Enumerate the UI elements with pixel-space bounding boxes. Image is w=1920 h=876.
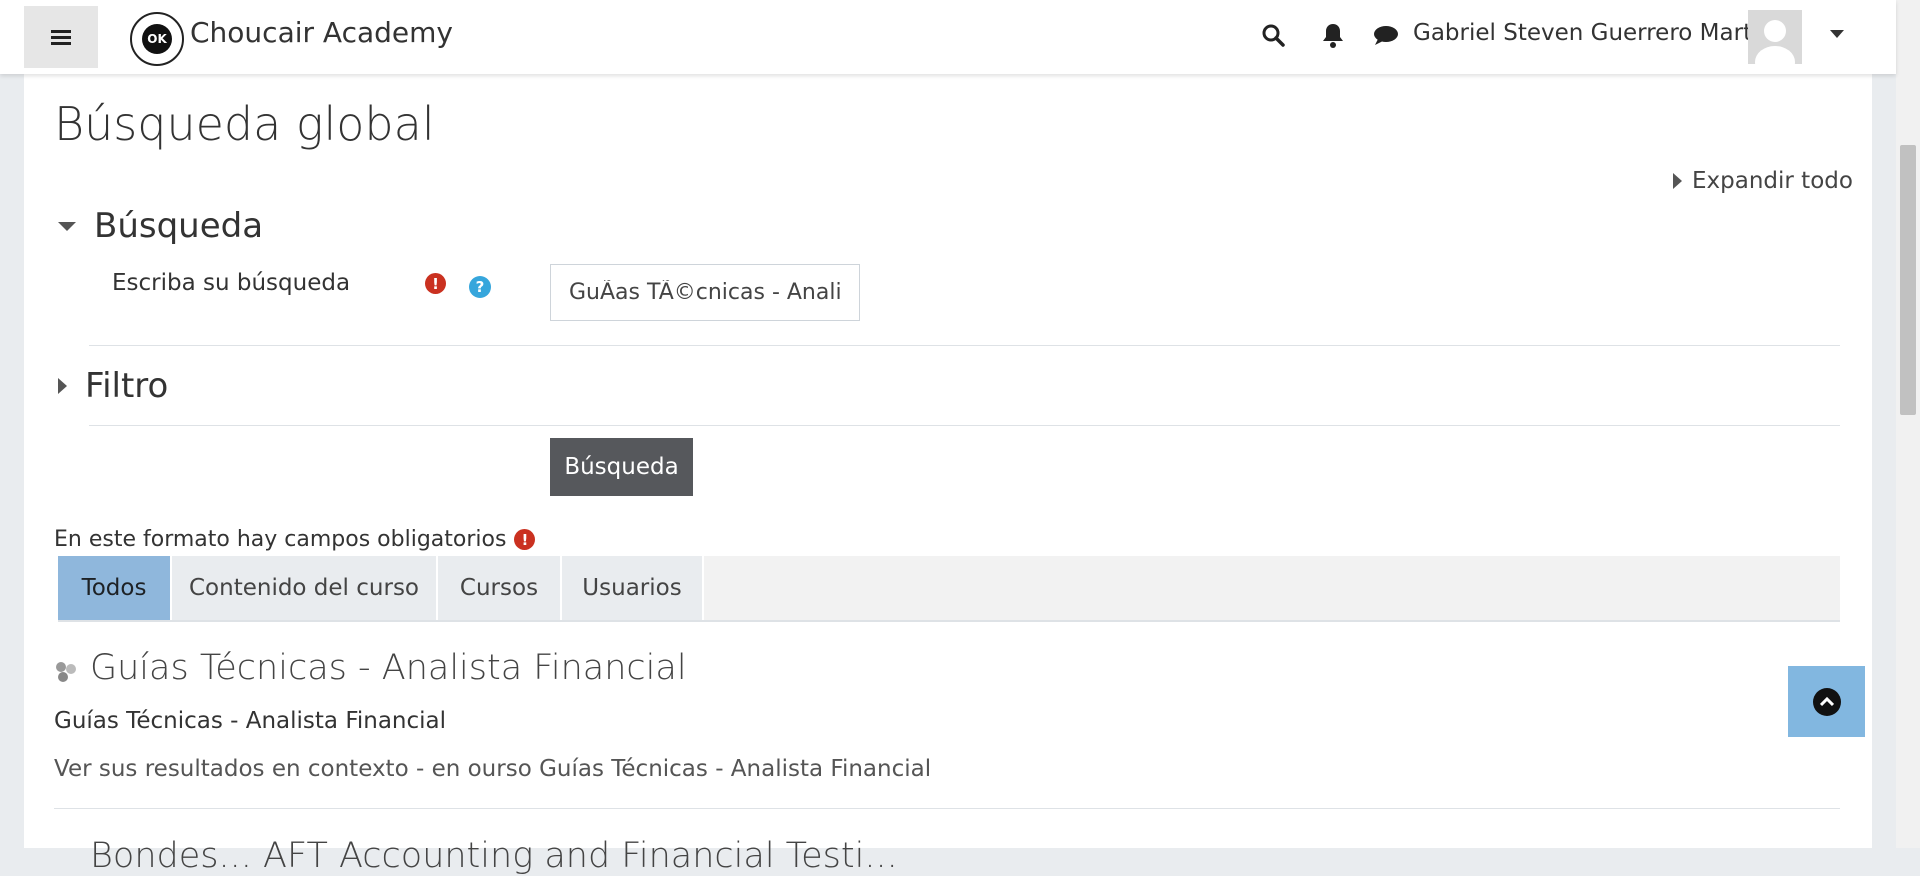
required-fields-note: En este formato hay campos obligatorios …: [54, 527, 536, 552]
menu-toggle-button[interactable]: [24, 6, 98, 68]
required-icon: !: [425, 273, 446, 294]
caret-right-icon: [58, 378, 67, 394]
search-field-label: Escriba su búsqueda: [112, 270, 351, 296]
divider: [54, 808, 1840, 809]
expand-all-link[interactable]: Expandir todo: [1673, 168, 1853, 194]
scrollbar-thumb[interactable]: [1900, 145, 1916, 415]
search-icon[interactable]: [1258, 20, 1288, 50]
divider: [89, 425, 1840, 426]
section-search-toggle[interactable]: Búsqueda: [58, 206, 263, 246]
required-note-text: En este formato hay campos obligatorios: [54, 527, 507, 552]
logo-text: OK: [142, 24, 172, 54]
result-title-link[interactable]: Guías Técnicas - Analista Financial: [90, 648, 687, 688]
search-submit-button[interactable]: Búsqueda: [550, 438, 693, 496]
arrow-up-icon: [1812, 687, 1841, 716]
chat-icon[interactable]: [1371, 20, 1401, 50]
caret-down-icon: [58, 221, 76, 231]
chevron-down-icon[interactable]: [1830, 30, 1844, 38]
tab-usuarios[interactable]: Usuarios: [562, 556, 704, 620]
back-to-top-button[interactable]: [1788, 666, 1865, 737]
results-tabs: Todos Contenido del curso Cursos Usuario…: [58, 556, 1840, 622]
tab-contenido-del-curso[interactable]: Contenido del curso: [172, 556, 438, 620]
section-filter-toggle[interactable]: Filtro: [58, 366, 168, 406]
section-search-heading: Búsqueda: [94, 206, 264, 246]
page-title: Búsqueda global: [54, 97, 435, 151]
result-context-link[interactable]: Ver sus resultados en contexto - en ours…: [54, 756, 931, 782]
caret-right-icon: [1673, 173, 1682, 189]
help-icon[interactable]: ?: [469, 276, 491, 298]
required-icon: !: [514, 529, 536, 550]
tab-todos[interactable]: Todos: [58, 556, 172, 620]
site-name[interactable]: Choucair Academy: [190, 16, 453, 49]
menu-icon: [51, 27, 71, 48]
bell-icon[interactable]: [1318, 20, 1348, 50]
search-input[interactable]: [550, 264, 860, 321]
divider: [89, 345, 1840, 346]
course-icon: [54, 660, 78, 684]
section-filter-heading: Filtro: [85, 366, 169, 406]
site-logo[interactable]: OK: [130, 12, 184, 66]
scrollbar[interactable]: [1896, 0, 1920, 848]
result-subtitle: Guías Técnicas - Analista Financial: [54, 708, 447, 734]
top-navbar: OK Choucair Academy Gabriel Steven Guerr…: [0, 0, 1896, 74]
result-title-link[interactable]: Bondes... AFT Accounting and Financial T…: [90, 836, 898, 876]
tab-cursos[interactable]: Cursos: [438, 556, 562, 620]
avatar[interactable]: [1748, 10, 1802, 64]
user-menu-name[interactable]: Gabriel Steven Guerrero Martin: [1413, 20, 1773, 46]
expand-all-label: Expandir todo: [1692, 168, 1853, 194]
